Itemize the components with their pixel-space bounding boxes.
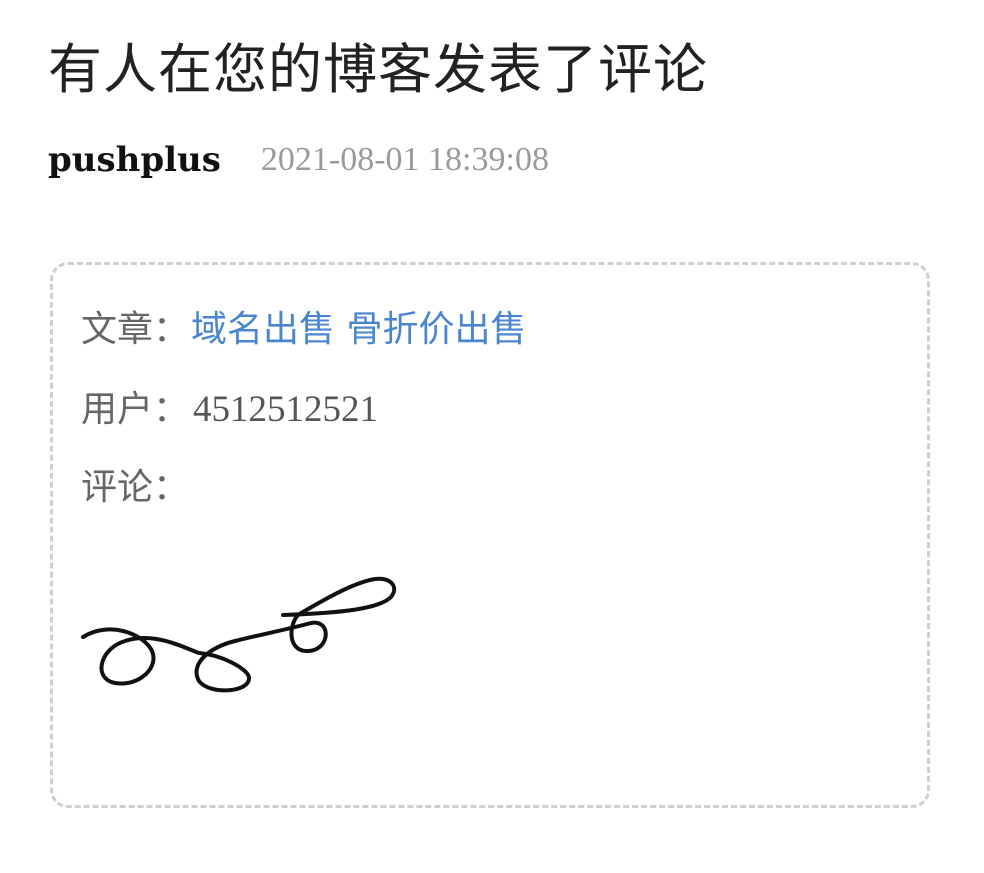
timestamp: 2021-08-01 18:39:08 [260,141,549,178]
article-link[interactable]: 域名出售 骨折价出售 [191,305,526,355]
comment-row: 评论： [81,463,189,513]
message-meta: pushplus 2021-08-01 18:39:08 [48,138,549,182]
article-row: 文章： 域名出售 骨折价出售 [81,305,526,355]
comment-card: 文章： 域名出售 骨折价出售 用户： 4512512521 评论： [50,262,930,808]
user-row: 用户： 4512512521 [81,385,378,435]
article-label: 文章： [81,309,190,350]
user-value: 4512512521 [193,389,379,430]
page-title: 有人在您的博客发表了评论 [48,38,708,101]
handwritten-scribble-icon [81,576,397,693]
comment-label: 评论： [81,467,190,508]
user-label: 用户： [81,389,190,430]
sender-name: pushplus [48,140,221,180]
